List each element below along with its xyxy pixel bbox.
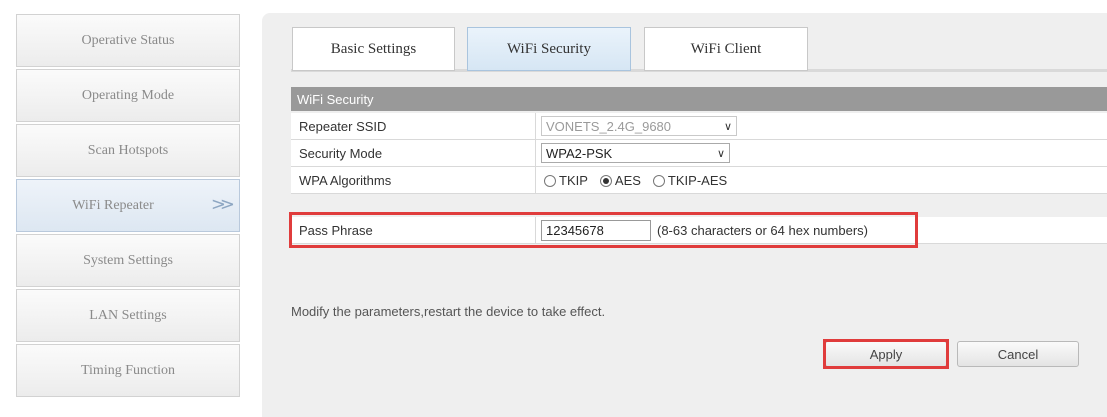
radio-label: TKIP-AES (667, 173, 728, 188)
tab-wifi-security[interactable]: WiFi Security (467, 27, 631, 71)
nav-system-settings[interactable]: System Settings (16, 234, 240, 287)
radio-aes[interactable]: AES (599, 173, 641, 188)
radio-label: AES (614, 173, 641, 188)
security-mode-select[interactable]: WPA2-PSK ∨ (541, 143, 730, 163)
row-divider (535, 113, 536, 139)
row-divider (535, 167, 536, 193)
row-repeater-ssid: Repeater SSID VONETS_2.4G_9680 ∨ (291, 113, 1107, 140)
double-chevron-right-icon: >> (210, 194, 235, 215)
nav-label: Scan Hotspots (87, 142, 169, 158)
nav-label: Operative Status (81, 32, 175, 48)
apply-button[interactable]: Apply (825, 341, 947, 367)
sidebar: Operative Status Operating Mode Scan Hot… (0, 0, 240, 417)
row-divider (535, 217, 536, 243)
row-divider (535, 140, 536, 166)
pass-phrase-hint: (8-63 characters or 64 hex numbers) (657, 223, 868, 238)
radio-circle-icon (652, 174, 665, 187)
tab-wifi-client[interactable]: WiFi Client (644, 27, 808, 71)
row-wpa-algorithms: WPA Algorithms TKIP AES TKIP-AES (291, 167, 1107, 194)
row-security-mode: Security Mode WPA2-PSK ∨ (291, 140, 1107, 167)
row-pass-phrase: Pass Phrase (8-63 characters or 64 hex n… (291, 217, 1107, 244)
ssid-label: Repeater SSID (299, 119, 387, 134)
nav-wifi-repeater[interactable]: WiFi Repeater >> (16, 179, 240, 232)
nav-lan-settings[interactable]: LAN Settings (16, 289, 240, 342)
ssid-select[interactable]: VONETS_2.4G_9680 ∨ (541, 116, 737, 136)
chevron-down-icon: ∨ (723, 119, 732, 133)
nav-label: System Settings (83, 252, 173, 268)
security-mode-value: WPA2-PSK (546, 145, 613, 161)
pass-phrase-input[interactable] (541, 220, 651, 241)
nav-label: Timing Function (80, 362, 175, 378)
nav-timing-function[interactable]: Timing Function (16, 344, 240, 397)
pass-phrase-label: Pass Phrase (299, 223, 373, 238)
security-mode-label: Security Mode (299, 146, 383, 161)
chevron-down-icon: ∨ (716, 146, 725, 160)
wpa-algorithms-label: WPA Algorithms (299, 173, 392, 188)
restart-note: Modify the parameters,restart the device… (291, 304, 606, 319)
nav-operating-mode[interactable]: Operating Mode (16, 69, 240, 122)
radio-tkip[interactable]: TKIP (544, 173, 588, 188)
nav-label: Operating Mode (81, 87, 175, 103)
radio-tkip-aes[interactable]: TKIP-AES (652, 173, 728, 188)
wpa-algorithms-radio-group: TKIP AES TKIP-AES (544, 173, 727, 188)
nav-label: WiFi Repeater (72, 197, 154, 213)
radio-label: TKIP (559, 173, 588, 188)
cancel-button[interactable]: Cancel (957, 341, 1079, 367)
radio-circle-icon (544, 174, 556, 187)
ssid-value: VONETS_2.4G_9680 (546, 118, 672, 134)
radio-checked-icon (599, 174, 612, 187)
nav-operative-status[interactable]: Operative Status (16, 14, 240, 67)
tab-basic-settings[interactable]: Basic Settings (292, 27, 455, 71)
nav-label: LAN Settings (89, 307, 167, 323)
section-header: WiFi Security (291, 87, 1107, 111)
nav-scan-hotspots[interactable]: Scan Hotspots (16, 124, 240, 177)
